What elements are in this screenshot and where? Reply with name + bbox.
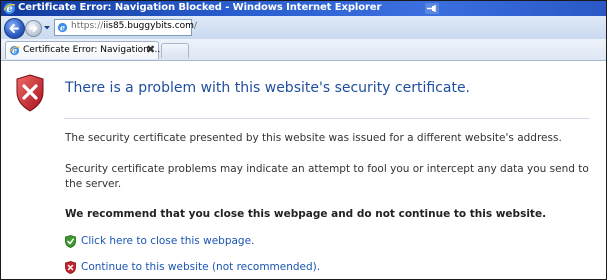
tab-bar: e Certificate Error: Navigation ... ✖ [1,39,606,61]
navigation-bar: e https://iis85.buggybits.com/ [1,16,606,39]
url-suffix: / [193,21,197,31]
url-text[interactable]: https://iis85.buggybits.com/ [71,21,197,31]
recent-pages-dropdown-icon[interactable] [43,22,51,33]
close-webpage-link[interactable]: Click here to close this webpage. [81,235,254,247]
url-prefix: https:// [71,21,104,31]
shield-x-icon [65,261,76,274]
svg-text:e: e [60,23,65,33]
back-button[interactable] [4,18,25,39]
close-tab-icon[interactable]: ✖ [146,43,155,56]
browser-window: e Certificate Error: Navigation Blocked … [0,0,607,280]
url-host: iis85.buggybits.com [103,21,194,31]
recommendation-text: We recommend that you close this webpage… [65,208,547,220]
ie-tab-icon: e [9,46,20,56]
forward-button[interactable] [25,20,42,37]
ie-page-icon: e [57,23,68,33]
security-warning-text: Security certificate problems may indica… [65,163,589,190]
continue-to-website-link[interactable]: Continue to this website (not recommende… [81,261,320,273]
certificate-mismatch-text: The security certificate presented by th… [65,132,562,144]
pushpin-icon[interactable] [425,3,439,14]
new-tab-button[interactable] [161,43,189,58]
back-arrow-icon [9,24,19,33]
title-bar[interactable]: e Certificate Error: Navigation Blocked … [1,1,606,16]
window-title: Certificate Error: Navigation Blocked - … [18,2,382,13]
forward-arrow-icon [29,25,38,32]
shield-error-icon [16,74,44,112]
ie-icon: e [3,3,16,15]
shield-check-icon [65,235,76,248]
page-heading: There is a problem with this website's s… [65,80,471,96]
address-bar[interactable]: e https://iis85.buggybits.com/ [54,19,197,36]
tab-label: Certificate Error: Navigation ... [23,45,161,55]
tab-certificate-error[interactable]: e Certificate Error: Navigation ... ✖ [5,41,161,59]
page-content: There is a problem with this website's s… [1,61,606,279]
heading-divider [64,118,590,119]
